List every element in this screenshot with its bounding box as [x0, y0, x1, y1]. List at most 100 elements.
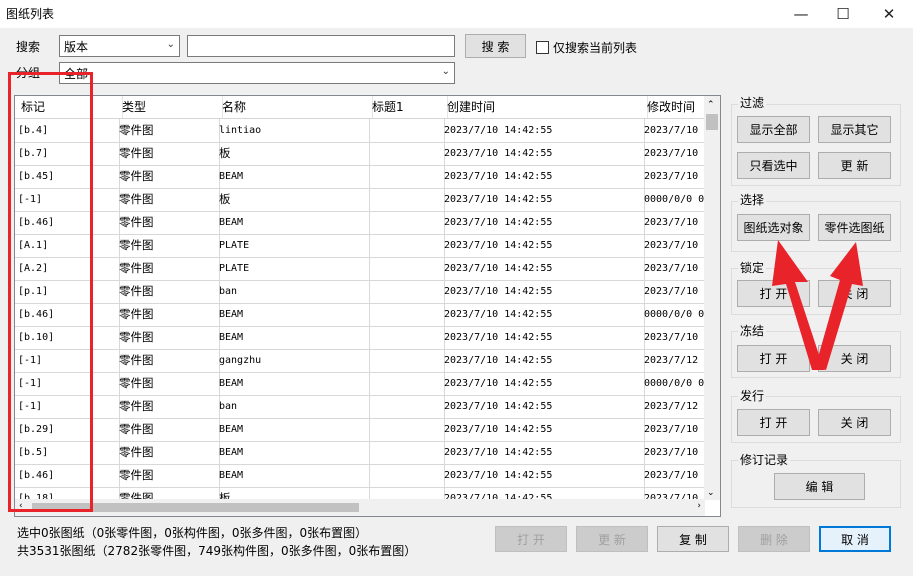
horizontal-scrollbar[interactable]: ‹ ›: [15, 499, 705, 516]
scroll-down-icon[interactable]: ⌄: [707, 488, 715, 498]
table-cell: [366, 464, 445, 487]
open-button[interactable]: 打 开: [495, 526, 567, 552]
table-cell: 2023/7/10 14:42:55: [441, 211, 645, 234]
table-cell: BEAM: [216, 441, 370, 464]
search-input[interactable]: [187, 35, 455, 57]
table-cell: [366, 188, 445, 211]
table-cell: 零件图: [116, 257, 220, 280]
table-row[interactable]: [b.46] 零件图 BEAM 2023/7/10 14:42:55 2023/7/10: [15, 464, 705, 488]
issue-close-button[interactable]: 关 闭: [818, 409, 891, 436]
table-row[interactable]: [b.29] 零件图 BEAM 2023/7/10 14:42:55 2023/7/10: [15, 418, 705, 442]
chevron-down-icon: ⌄: [166, 39, 175, 50]
drawing-to-object-button[interactable]: 图纸选对象: [737, 214, 810, 241]
table-row[interactable]: [-1] 零件图 BEAM 2023/7/10 14:42:55 0000/0/0 00: [15, 372, 710, 396]
table-header: 标记 类型 名称 标题1 创建时间 修改时间: [15, 96, 705, 119]
table-row[interactable]: [-1] 零件图板 2023/7/10 14:42:55 0000/0/0 00: [15, 188, 710, 212]
table-cell: gangzhu: [216, 349, 370, 372]
chevron-down-icon: ⌄: [441, 66, 450, 77]
search-field-value: 版本: [64, 40, 89, 54]
table-cell: 零件图: [116, 119, 220, 142]
table-row[interactable]: [b.45] 零件图 BEAM 2023/7/10 14:42:55 2023/7/10: [15, 165, 705, 189]
table-cell: 2023/7/10 14:42:55: [441, 326, 645, 349]
table-cell: 2023/7/10 14:42:55: [441, 349, 645, 372]
table-cell: BEAM: [216, 372, 370, 395]
column-header-name[interactable]: 名称: [216, 96, 373, 118]
table-cell: 2023/7/10 14:42:55: [441, 372, 645, 395]
table-cell: [366, 441, 445, 464]
maximize-button[interactable]: ☐: [820, 0, 866, 28]
table-cell: BEAM: [216, 326, 370, 349]
table-row[interactable]: [b.10] 零件图 BEAM 2023/7/10 14:42:55 2023/7/10: [15, 326, 705, 350]
cancel-button[interactable]: 取 消: [819, 526, 891, 552]
refresh-button[interactable]: 更 新: [576, 526, 648, 552]
table-cell: [366, 257, 445, 280]
vertical-scrollbar[interactable]: ⌃ ⌄: [704, 96, 720, 500]
annotation-arrow-right: [815, 242, 863, 370]
part-to-drawing-button[interactable]: 零件选图纸: [818, 214, 891, 241]
table-cell: 零件图: [116, 211, 220, 234]
drawing-list-table[interactable]: 标记 类型 名称 标题1 创建时间 修改时间 [b.4] 零件图 lintiao 20…: [14, 95, 721, 517]
table-cell: 零件图: [116, 326, 220, 349]
table-cell: 零件图: [116, 349, 220, 372]
table-cell: [366, 395, 445, 418]
minimize-button[interactable]: —: [778, 0, 824, 28]
only-selected-button[interactable]: 只看选中: [737, 152, 810, 179]
filter-group-title: 过滤: [738, 94, 767, 111]
group-select[interactable]: 全部 ⌄: [59, 62, 455, 84]
table-cell: [366, 211, 445, 234]
table-cell: 2023/7/10 14:42:55: [441, 303, 645, 326]
table-cell: [366, 165, 445, 188]
close-button[interactable]: ✕: [866, 0, 912, 28]
delete-button[interactable]: 删 除: [738, 526, 810, 552]
table-cell: 零件图: [116, 303, 220, 326]
table-cell: lintiao: [216, 119, 370, 142]
copy-button[interactable]: 复 制: [657, 526, 729, 552]
table-row[interactable]: [p.1] 零件图 ban 2023/7/10 14:42:55 2023/7/10: [15, 280, 705, 304]
selected-status: 选中0张图纸（0张零件图，0张构件图，0张多件图，0张布置图）: [17, 526, 368, 540]
filter-refresh-button[interactable]: 更 新: [818, 152, 891, 179]
table-row[interactable]: [b.5] 零件图 BEAM 2023/7/10 14:42:55 2023/7/10: [15, 441, 705, 465]
table-cell: BEAM: [216, 464, 370, 487]
search-button[interactable]: 搜 索: [465, 34, 526, 58]
search-label: 搜索: [16, 40, 41, 54]
revision-edit-button[interactable]: 编 辑: [774, 473, 865, 500]
window-title: 图纸列表: [6, 7, 55, 21]
show-all-button[interactable]: 显示全部: [737, 116, 810, 143]
table-cell: 零件图: [116, 441, 220, 464]
annotation-arrow-left: [772, 240, 824, 370]
column-header-type[interactable]: 类型: [116, 96, 223, 118]
column-header-created[interactable]: 创建时间: [441, 96, 648, 118]
table-cell: [366, 142, 445, 165]
scroll-right-icon[interactable]: ›: [697, 501, 701, 511]
table-cell: BEAM: [216, 418, 370, 441]
table-cell: [366, 349, 445, 372]
annotation-highlight-box: [8, 72, 93, 512]
table-cell: [366, 280, 445, 303]
table-row[interactable]: [b.46] 零件图 BEAM 2023/7/10 14:42:55 2023/7/10: [15, 211, 705, 235]
table-row[interactable]: [A.1] 零件图 PLATE 2023/7/10 14:42:55 2023/7/10: [15, 234, 705, 258]
table-row[interactable]: [-1] 零件图 gangzhu 2023/7/10 14:42:55 2023/7/1…: [15, 349, 705, 373]
only-current-label: 仅搜索当前列表: [553, 41, 638, 55]
total-status: 共3531张图纸（2782张零件图，749张构件图，0张多件图，0张布置图）: [17, 544, 417, 558]
table-cell: 2023/7/10 14:42:55: [441, 418, 645, 441]
search-field-select[interactable]: 版本 ⌄: [59, 35, 180, 57]
table-cell: 2023/7/10 14:42:55: [441, 280, 645, 303]
issue-open-button[interactable]: 打 开: [737, 409, 810, 436]
vertical-scroll-thumb[interactable]: [706, 114, 718, 130]
show-other-button[interactable]: 显示其它: [818, 116, 891, 143]
table-cell: 零件图: [116, 395, 220, 418]
table-cell: 板: [216, 188, 370, 211]
table-cell: 2023/7/10 14:42:55: [441, 234, 645, 257]
table-cell: [366, 372, 445, 395]
table-row[interactable]: [b.4] 零件图 lintiao 2023/7/10 14:42:55 2023/7/…: [15, 119, 705, 143]
table-cell: 零件图: [116, 188, 220, 211]
table-cell: BEAM: [216, 165, 370, 188]
scroll-up-icon[interactable]: ⌃: [707, 100, 715, 110]
table-row[interactable]: [b.7] 零件图板 2023/7/10 14:42:55 2023/7/10: [15, 142, 705, 166]
annotation-arrows: [772, 240, 863, 370]
table-row[interactable]: [b.46] 零件图 BEAM 2023/7/10 14:42:55 0000/0/0 …: [15, 303, 710, 327]
only-current-checkbox[interactable]: [536, 41, 549, 54]
column-header-title1[interactable]: 标题1: [366, 96, 448, 118]
table-row[interactable]: [-1] 零件图 ban 2023/7/10 14:42:55 2023/7/12: [15, 395, 705, 419]
table-row[interactable]: [A.2] 零件图 PLATE 2023/7/10 14:42:55 2023/7/10: [15, 257, 705, 281]
